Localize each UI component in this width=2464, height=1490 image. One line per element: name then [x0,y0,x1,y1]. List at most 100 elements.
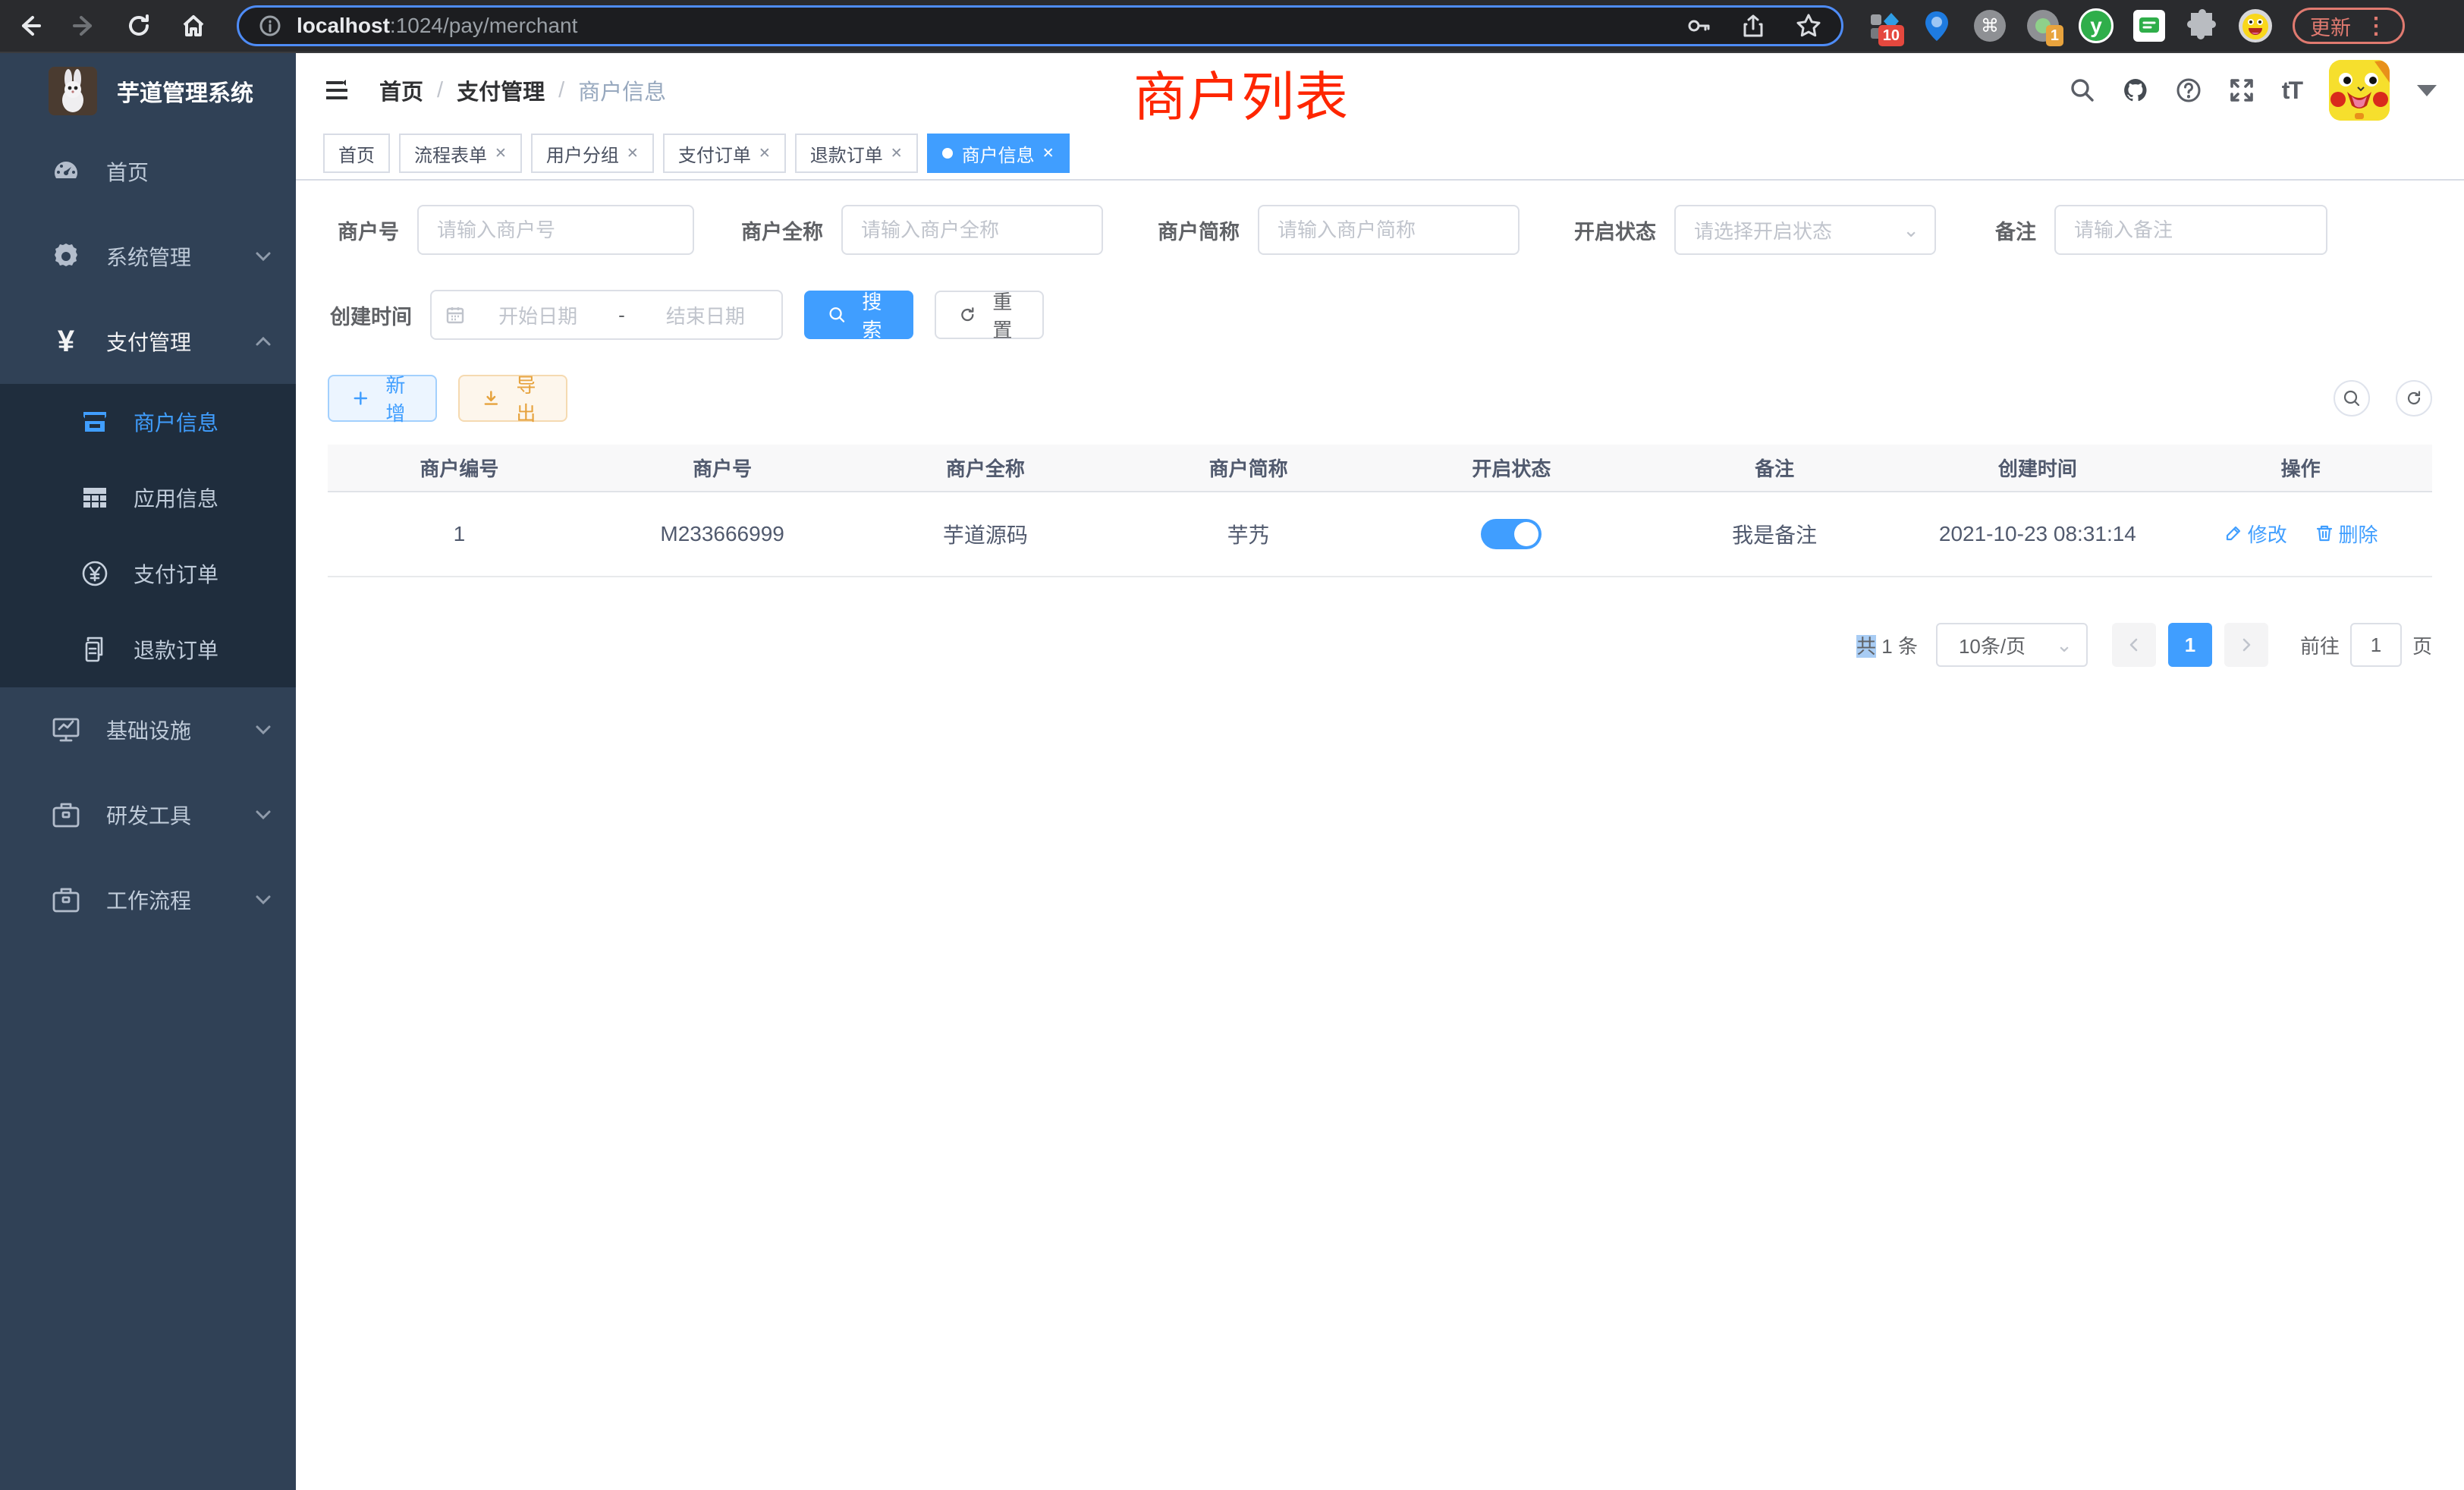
tab-merchant-info[interactable]: 商户信息 ✕ [927,134,1070,173]
sidebar-fold-icon[interactable] [323,77,350,104]
navbar-actions: tT [2070,60,2437,121]
search-icon [2343,389,2361,407]
create-time-range-picker[interactable]: 开始日期 - 结束日期 [430,290,783,340]
forward-icon[interactable] [71,13,97,39]
add-button[interactable]: 新增 [328,375,437,422]
tab-user-group[interactable]: 用户分组 ✕ [531,134,654,173]
close-icon[interactable]: ✕ [627,145,639,162]
share-icon[interactable] [1741,14,1765,38]
tab-label: 商户信息 [962,140,1035,167]
shop-icon [80,407,109,436]
edit-link-label: 修改 [2248,520,2287,548]
edit-pencil-icon [2224,523,2243,543]
sidebar-item-refund-order[interactable]: 退款订单 [0,611,296,687]
current-page-button[interactable]: 1 [2168,623,2212,667]
url-bar[interactable]: localhost:1024/pay/merchant [237,5,1843,46]
help-icon[interactable] [2176,77,2202,103]
extension-pin-icon[interactable] [1919,8,1954,43]
screen: localhost:1024/pay/merchant 10 [0,0,2464,1490]
sidebar-item-home[interactable]: 首页 [0,129,296,214]
col-create-time: 创建时间 [1906,445,2170,492]
merchant-no-input[interactable] [417,205,694,255]
tab-home[interactable]: 首页 [323,134,390,173]
refresh-icon [2405,389,2423,407]
extension-bar: 10 ⌘ 1 y [1866,8,2273,43]
search-button[interactable]: 搜索 [804,291,913,339]
sidebar-item-pay-order[interactable]: 支付订单 [0,536,296,611]
col-full-name: 商户全称 [854,445,1117,492]
password-key-icon[interactable] [1686,14,1711,38]
tab-refund-order[interactable]: 退款订单 ✕ [795,134,918,173]
sidebar-item-pay[interactable]: ¥ 支付管理 [0,299,296,384]
extension-emoji-icon[interactable] [2238,8,2273,43]
extension-puzzle-icon[interactable] [2185,8,2220,43]
full-name-input[interactable] [841,205,1103,255]
breadcrumb-home[interactable]: 首页 [379,74,423,106]
dashboard-icon [50,156,82,187]
next-page-button[interactable] [2224,623,2268,667]
close-icon[interactable]: ✕ [759,145,771,162]
pay-submenu: 商户信息 应用信息 支付订单 [0,384,296,687]
tab-label: 退款订单 [810,140,883,167]
total-prefix: 共 [1856,635,1876,658]
hide-search-button[interactable] [2334,380,2370,417]
export-button[interactable]: 导出 [458,375,567,422]
bookmark-star-icon[interactable] [1796,13,1821,39]
extension-stats-icon[interactable]: 1 [2026,8,2060,43]
prev-page-button[interactable] [2112,623,2156,667]
header-search-icon[interactable] [2070,77,2095,103]
status-label: 开启状态 [1547,215,1674,245]
close-icon[interactable]: ✕ [495,145,507,162]
extension-y-icon[interactable]: y [2079,8,2114,43]
page-size-select[interactable]: 10条/页 ⌄ [1936,623,2088,667]
extension-chat-icon[interactable] [2132,8,2167,43]
breadcrumb-pay[interactable]: 支付管理 [457,74,545,106]
status-select[interactable]: 请选择开启状态 ⌄ [1674,205,1936,255]
logo-avatar [49,67,97,115]
cell-merchant-id: 1 [328,492,591,577]
edit-link[interactable]: 修改 [2224,520,2287,548]
delete-link[interactable]: 删除 [2315,520,2378,548]
sidebar-item-merchant-info[interactable]: 商户信息 [0,384,296,460]
extension-blocks-icon[interactable]: 10 [1866,8,1901,43]
site-info-icon[interactable] [259,14,281,37]
remark-input[interactable] [2054,205,2327,255]
sidebar-item-system[interactable]: 系统管理 [0,214,296,299]
extension-cmd-icon[interactable]: ⌘ [1972,8,2007,43]
home-icon[interactable] [181,13,206,39]
reset-button[interactable]: 重置 [935,291,1044,339]
tab-pay-order[interactable]: 支付订单 ✕ [663,134,786,173]
font-size-icon[interactable]: tT [2282,77,2302,105]
goto-page-input[interactable] [2350,623,2402,667]
sidebar-item-label: 退款订单 [134,634,218,665]
sidebar-item-app-info[interactable]: 应用信息 [0,460,296,536]
url-path: :1024/pay/merchant [390,14,578,38]
tab-label: 首页 [338,140,375,167]
sidebar-item-infra[interactable]: 基础设施 [0,687,296,772]
short-name-input[interactable] [1258,205,1520,255]
close-icon[interactable]: ✕ [891,145,903,162]
browser-menu-icon[interactable]: ⋮ [2365,13,2387,39]
close-icon[interactable]: ✕ [1042,145,1054,162]
page-size-value: 10条/页 [1959,631,2026,659]
cell-short-name: 芋艿 [1117,492,1380,577]
back-icon[interactable] [17,13,42,39]
sidebar-item-workflow[interactable]: 工作流程 [0,857,296,942]
short-name-label: 商户简称 [1130,215,1258,245]
y-glyph: y [2079,8,2114,43]
status-toggle[interactable] [1481,519,1542,549]
browser-chrome: localhost:1024/pay/merchant 10 [0,0,2464,53]
avatar[interactable] [2329,60,2390,121]
github-icon[interactable] [2123,77,2148,103]
date-separator: - [611,303,633,327]
status-select-placeholder: 请选择开启状态 [1694,216,1832,244]
trash-icon [2315,523,2334,543]
sidebar-item-devtools[interactable]: 研发工具 [0,772,296,857]
tab-process-form[interactable]: 流程表单 ✕ [399,134,522,173]
refresh-table-button[interactable] [2396,380,2432,417]
fullscreen-icon[interactable] [2229,77,2255,103]
browser-update-button[interactable]: 更新 ⋮ [2293,8,2405,44]
logo-row[interactable]: 芋道管理系统 [0,53,296,129]
avatar-caret-icon[interactable] [2417,85,2437,96]
reload-icon[interactable] [126,13,152,39]
